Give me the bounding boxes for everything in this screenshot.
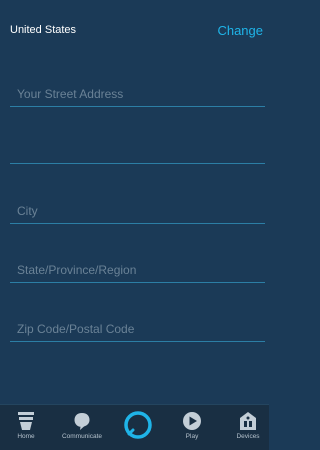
state-input[interactable] bbox=[10, 257, 265, 282]
change-country-button[interactable]: Change bbox=[217, 23, 263, 38]
zip-code-input[interactable] bbox=[10, 316, 265, 341]
nav-home[interactable]: Home bbox=[10, 405, 42, 450]
devices-icon bbox=[240, 412, 256, 430]
street-address-field[interactable] bbox=[10, 81, 265, 107]
nav-devices[interactable]: Devices bbox=[232, 405, 264, 450]
nav-alexa[interactable] bbox=[118, 405, 158, 450]
home-icon bbox=[18, 412, 34, 430]
bottom-nav: Home Communicate Play Devices bbox=[0, 404, 269, 450]
nav-play-label: Play bbox=[185, 433, 199, 440]
nav-home-label: Home bbox=[17, 433, 35, 440]
zip-code-field[interactable] bbox=[10, 316, 265, 342]
alexa-ring-icon bbox=[124, 411, 152, 439]
nav-play[interactable]: Play bbox=[176, 405, 208, 450]
play-icon bbox=[183, 412, 201, 430]
city-input[interactable] bbox=[10, 198, 265, 223]
state-field[interactable] bbox=[10, 257, 265, 283]
chat-bubble-icon bbox=[74, 413, 90, 430]
street-address-line2-field[interactable] bbox=[10, 138, 265, 164]
nav-devices-label: Devices bbox=[236, 433, 260, 440]
city-field[interactable] bbox=[10, 198, 265, 224]
nav-communicate-label: Communicate bbox=[61, 433, 103, 440]
street-address-input[interactable] bbox=[10, 81, 265, 106]
header: United States Change bbox=[0, 0, 269, 60]
street-address-line2-input[interactable] bbox=[10, 138, 265, 163]
nav-communicate[interactable]: Communicate bbox=[56, 405, 108, 450]
country-label: United States bbox=[10, 24, 77, 36]
